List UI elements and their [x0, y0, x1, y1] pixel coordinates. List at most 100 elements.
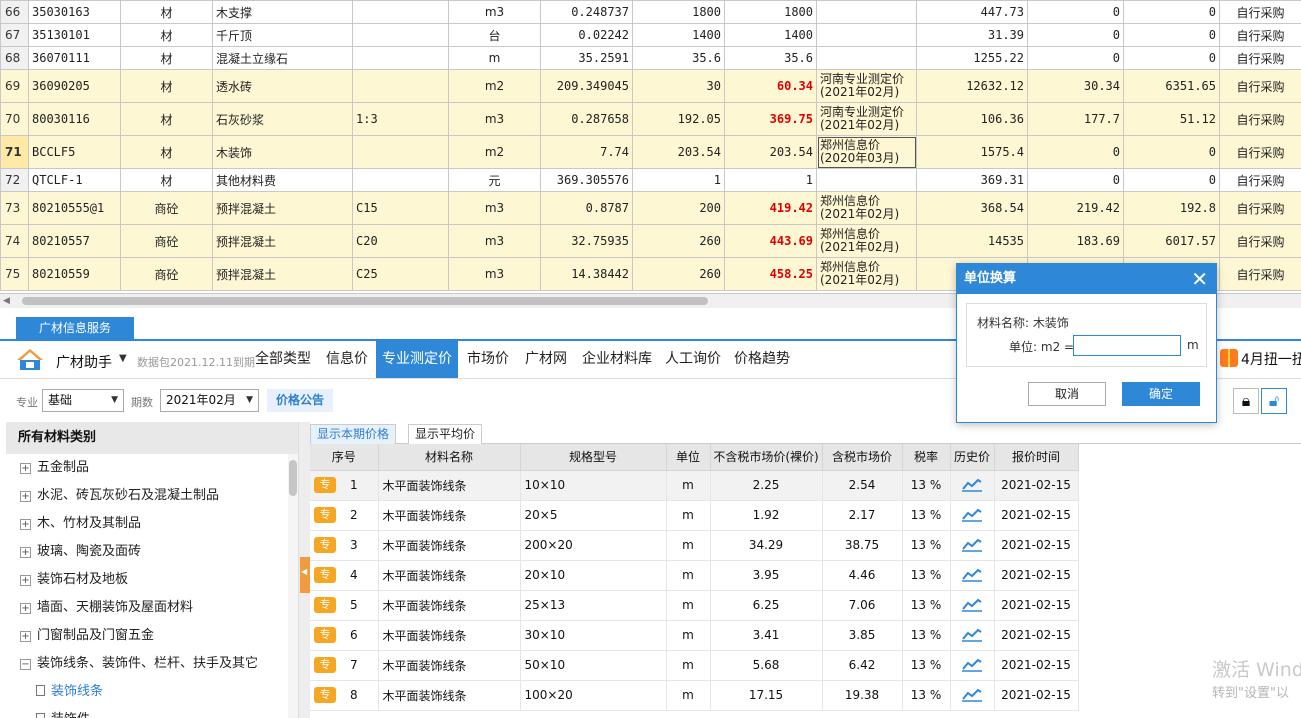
budget-price[interactable]: 1800 [632, 0, 725, 24]
budget-price[interactable]: 192.05 [632, 102, 725, 136]
price-source[interactable]: 郑州信息价(2021年02月) [816, 191, 917, 225]
material-code[interactable]: 35030163 [28, 0, 121, 24]
trend-chart-icon[interactable] [961, 538, 983, 552]
scroll-left-icon[interactable]: ◀ [3, 294, 10, 308]
price-notice-button[interactable]: 价格公告 [267, 389, 333, 412]
market-price[interactable]: 60.34 [724, 69, 817, 103]
price-source[interactable]: 郑州信息价(2020年03月) [816, 135, 917, 169]
trend-chart-icon[interactable] [961, 478, 983, 492]
tab-average-price[interactable]: 显示平均价 [408, 424, 483, 444]
expand-icon[interactable]: + [20, 491, 31, 502]
tab-enterprise-library[interactable]: 企业材料库 [576, 341, 658, 378]
material-type[interactable]: 商砼 [120, 257, 213, 291]
period-select[interactable]: 2021年02月 ▼ [160, 389, 259, 412]
row-number[interactable]: 69 [0, 69, 29, 103]
material-name[interactable]: 混凝土立缘石 [212, 46, 353, 70]
tab-all-types[interactable]: 全部类型 [250, 341, 316, 378]
table-row[interactable]: 专 1 木平面装饰线条 10×10 m 2.25 2.54 13 % 2021-02-15 [310, 470, 1079, 501]
panel-tab-guangcai-service[interactable]: 广材信息服务 [16, 317, 134, 340]
col-header-unit[interactable]: 单位 [666, 444, 711, 471]
market-amount[interactable]: 447.73 [916, 0, 1028, 24]
brand-name[interactable]: 广材助手 [56, 352, 112, 372]
material-spec[interactable]: C20 [352, 224, 449, 258]
col-header-spec[interactable]: 规格型号 [520, 444, 667, 471]
supply-method[interactable]: 自行采购 [1219, 191, 1301, 225]
budget-price[interactable]: 30 [632, 69, 725, 103]
supply-method[interactable]: 自行采购 [1219, 168, 1301, 192]
price-difference[interactable]: 183.69 [1027, 224, 1124, 258]
material-spec[interactable] [352, 69, 449, 103]
scrollbar-thumb[interactable] [22, 297, 708, 305]
supply-method[interactable]: 自行采购 [1219, 0, 1301, 24]
material-unit[interactable]: m [448, 46, 541, 70]
budget-price[interactable]: 203.54 [632, 135, 725, 169]
row-number[interactable]: 75 [0, 257, 29, 291]
difference-amount[interactable]: 0 [1123, 23, 1220, 47]
category-item[interactable]: 装饰线条 [6, 678, 288, 706]
supply-method[interactable]: 自行采购 [1219, 23, 1301, 47]
col-header-history[interactable]: 历史价 [950, 444, 995, 471]
table-row[interactable]: 专 3 木平面装饰线条 200×20 m 34.29 38.75 13 % 2021-02-15 [310, 530, 1079, 561]
market-price[interactable]: 419.42 [724, 191, 817, 225]
price-source[interactable]: 郑州信息价(2021年02月) [816, 257, 917, 291]
row-number[interactable]: 67 [0, 23, 29, 47]
trend-chart-icon[interactable] [961, 568, 983, 582]
material-type[interactable]: 材 [120, 23, 213, 47]
tab-market-price[interactable]: 市场价 [461, 341, 515, 378]
supply-method[interactable]: 自行采购 [1219, 135, 1301, 169]
row-number[interactable]: 71 [0, 135, 29, 169]
material-unit[interactable]: m3 [448, 102, 541, 136]
trend-chart-icon[interactable] [961, 688, 983, 702]
market-price[interactable]: 203.54 [724, 135, 817, 169]
market-price[interactable]: 369.75 [724, 102, 817, 136]
material-code[interactable]: 36070111 [28, 46, 121, 70]
close-icon[interactable]: ✕ [1191, 264, 1208, 294]
unlock-icon[interactable]: 🔓︎ [1261, 388, 1287, 414]
promo-link[interactable]: 4月扭一扭 [1220, 347, 1301, 373]
material-name[interactable]: 预拌混凝土 [212, 224, 353, 258]
category-item[interactable]: 装饰件 [6, 706, 288, 718]
material-code[interactable]: 80210557 [28, 224, 121, 258]
table-row[interactable]: 专 2 木平面装饰线条 20×5 m 1.92 2.17 13 % 2021-02-15 [310, 500, 1079, 531]
grid-row[interactable]: 74 80210557 商砼 预拌混凝土 C20 m3 32.75935 260 443.69 郑… [0, 224, 1301, 258]
category-item[interactable]: + 门窗制品及门窗五金 [6, 622, 288, 650]
material-name[interactable]: 木装饰 [212, 135, 353, 169]
tab-professional-price[interactable]: 专业测定价 [376, 341, 458, 378]
price-difference[interactable]: 0 [1027, 135, 1124, 169]
row-number[interactable]: 74 [0, 224, 29, 258]
price-difference[interactable]: 0 [1027, 168, 1124, 192]
material-unit[interactable]: m3 [448, 257, 541, 291]
market-amount[interactable]: 12632.12 [916, 69, 1028, 103]
dialog-titlebar[interactable]: 单位换算 ✕ [957, 264, 1216, 294]
category-item[interactable]: − 装饰线条、装饰件、栏杆、扶手及其它 [6, 650, 288, 678]
expand-icon[interactable]: + [20, 603, 31, 614]
expand-icon[interactable]: + [20, 463, 31, 474]
quantity[interactable]: 14.38442 [540, 257, 633, 291]
category-item[interactable]: + 五金制品 [6, 454, 288, 482]
market-price[interactable]: 443.69 [724, 224, 817, 258]
lock-icon[interactable]: 🔒︎ [1233, 388, 1259, 414]
market-amount[interactable]: 14535 [916, 224, 1028, 258]
col-header-price-ex-tax[interactable]: 不含税市场价(裸价) [710, 444, 823, 471]
market-price[interactable]: 1400 [724, 23, 817, 47]
material-unit[interactable]: 台 [448, 23, 541, 47]
quantity[interactable]: 0.248737 [540, 0, 633, 24]
supply-method[interactable]: 自行采购 [1219, 102, 1301, 136]
quantity[interactable]: 35.2591 [540, 46, 633, 70]
scrollbar-thumb[interactable] [289, 460, 297, 496]
material-unit[interactable]: 元 [448, 168, 541, 192]
material-spec[interactable] [352, 46, 449, 70]
price-difference[interactable]: 177.7 [1027, 102, 1124, 136]
tab-current-period-price[interactable]: 显示本期价格 [310, 424, 397, 444]
trend-chart-icon[interactable] [961, 658, 983, 672]
grid-row[interactable]: 69 36090205 材透水砖 m2 209.349045 30 60.34 河南专业测定价… [0, 69, 1301, 103]
col-header-name[interactable]: 材料名称 [378, 444, 521, 471]
grid-row[interactable]: 72 QTCLF-1 材其他材料费元 369.305576 1 1 369.31 0 0 自行采购 [0, 168, 1301, 192]
price-difference[interactable]: 0 [1027, 23, 1124, 47]
table-row[interactable]: 专 8 木平面装饰线条 100×20 m 17.15 19.38 13 % 2021-02-15 [310, 680, 1079, 711]
table-row[interactable]: 专 5 木平面装饰线条 25×13 m 6.25 7.06 13 % 2021-02-15 [310, 590, 1079, 621]
material-name[interactable]: 石灰砂浆 [212, 102, 353, 136]
grid-row[interactable]: 66 35030163 材木支撑 m3 0.248737 1800 1800 447.73 0 0… [0, 0, 1301, 24]
material-type[interactable]: 材 [120, 102, 213, 136]
quantity[interactable]: 7.74 [540, 135, 633, 169]
